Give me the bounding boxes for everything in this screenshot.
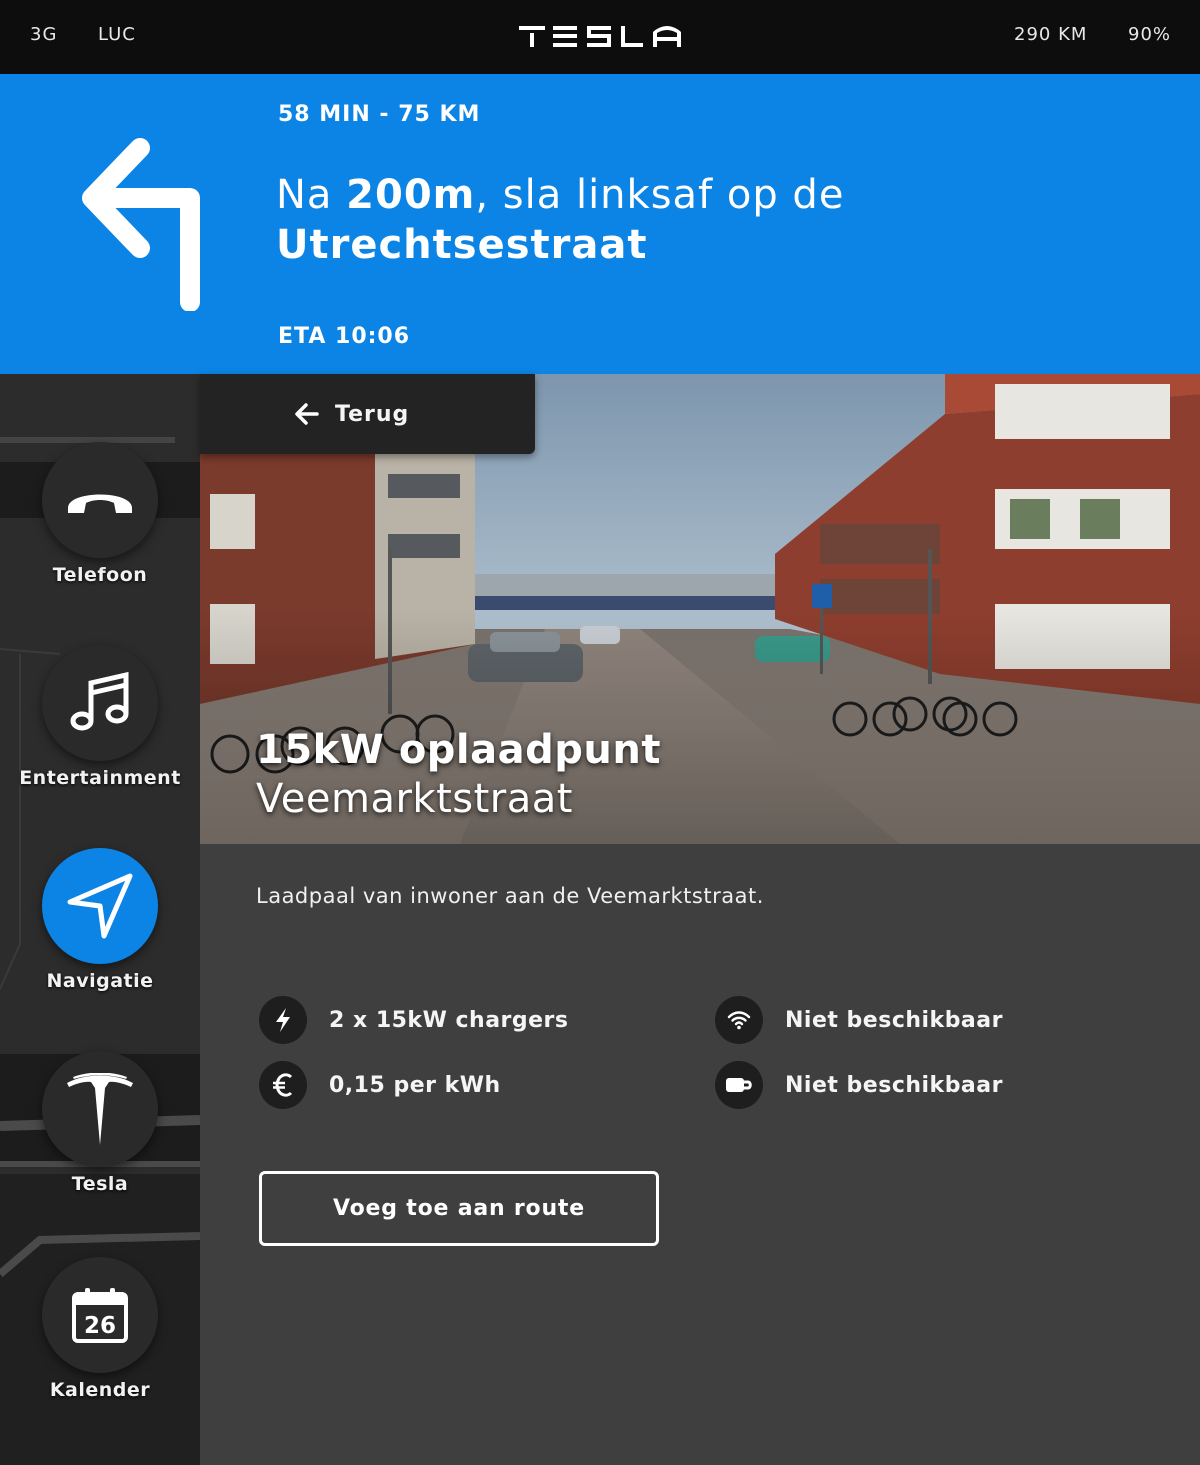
poi-description: Laadpaal van inwoner aan de Veemarktstra… <box>256 884 764 908</box>
poi-details-panel: Laadpaal van inwoner aan de Veemarktstra… <box>200 844 1200 1465</box>
add-to-route-button[interactable]: Voeg toe aan route <box>259 1171 659 1246</box>
navigation-arrow-icon <box>67 873 133 939</box>
tesla-logo-icon <box>67 1073 133 1145</box>
turn-street: Utrechtsestraat <box>276 222 648 268</box>
dock-item-kalender[interactable]: 26 Kalender <box>0 1257 200 1401</box>
back-button-label: Terug <box>335 401 410 427</box>
turn-left-arrow-icon <box>82 138 200 311</box>
poi-street: Veemarktstraat <box>256 776 573 822</box>
music-note-icon <box>70 671 129 731</box>
navigation-button[interactable] <box>42 848 158 964</box>
battery-indicator: 90% <box>1128 24 1172 45</box>
back-button[interactable]: Terug <box>295 398 409 430</box>
eta-label: ETA 10:06 <box>278 324 411 349</box>
phone-button[interactable] <box>42 442 158 558</box>
dock-item-tesla[interactable]: Tesla <box>0 1051 200 1195</box>
coffee-cup-icon <box>715 1061 763 1109</box>
app-dock: Telefoon Entertainment Navigatie Tesla 2… <box>0 374 200 1465</box>
dock-item-navigatie[interactable]: Navigatie <box>0 848 200 992</box>
lightning-icon <box>259 996 307 1044</box>
calendar-icon: 26 <box>72 1288 128 1343</box>
turn-distance: 200m <box>346 172 476 218</box>
calendar-day: 26 <box>84 1313 116 1339</box>
poi-title: 15kW oplaadpunt <box>256 727 661 773</box>
feature-food: Niet beschikbaar <box>715 1061 1003 1109</box>
driver-profile[interactable]: LUC <box>98 24 136 45</box>
tesla-button[interactable] <box>42 1051 158 1167</box>
back-panel: Terug <box>200 374 535 454</box>
entertainment-button[interactable] <box>42 645 158 761</box>
status-bar: 3G LUC 290 KM 90% <box>0 0 1200 74</box>
euro-icon <box>259 1061 307 1109</box>
dock-item-telefoon[interactable]: Telefoon <box>0 442 200 586</box>
phone-icon <box>68 494 132 513</box>
turn-instruction: Na 200m, sla linksaf op de Utrechtsestraa… <box>276 172 845 268</box>
tesla-wordmark-logo <box>519 26 681 47</box>
feature-wifi: Niet beschikbaar <box>715 996 1003 1044</box>
wifi-icon <box>715 996 763 1044</box>
range-indicator: 290 KM <box>1014 24 1088 45</box>
feature-price: 0,15 per kWh <box>259 1061 501 1109</box>
dock-item-entertainment[interactable]: Entertainment <box>0 645 200 789</box>
trip-duration-distance: 58 MIN - 75 KM <box>278 102 481 127</box>
network-indicator: 3G <box>30 24 58 45</box>
back-arrow-icon <box>295 403 319 425</box>
navigation-banner[interactable]: 58 MIN - 75 KM Na 200m, sla linksaf op d… <box>0 74 1200 374</box>
feature-chargers: 2 x 15kW chargers <box>259 996 569 1044</box>
calendar-button[interactable]: 26 <box>42 1257 158 1373</box>
